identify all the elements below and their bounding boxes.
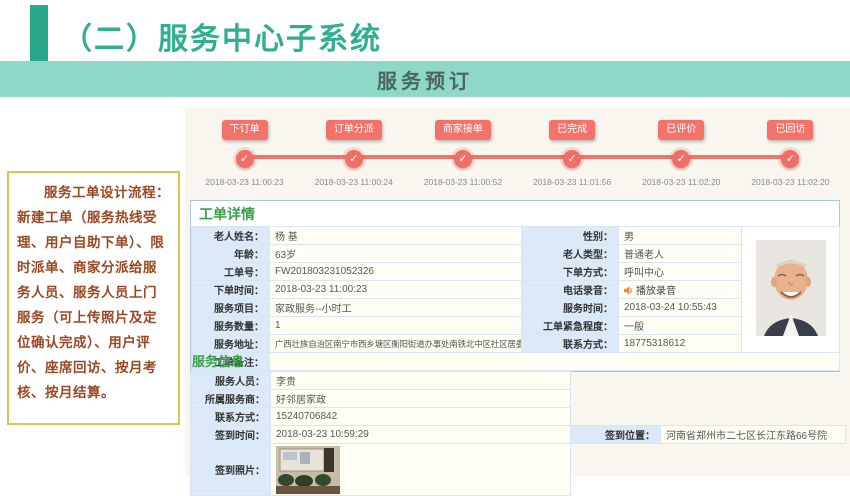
field-label: 老人类型： <box>522 245 619 263</box>
field-value: 普通老人 <box>619 245 742 263</box>
field-label: 下单方式： <box>522 263 619 281</box>
field-label: 联系方式： <box>522 335 619 353</box>
field-label: 服务时间： <box>522 299 619 317</box>
field-label: 下单时间： <box>192 281 270 299</box>
field-label: 电话录音： <box>522 281 619 299</box>
field-value: 李贵 <box>271 372 571 390</box>
timeline-step-time: 2018-03-23 11:02:20 <box>751 177 829 187</box>
check-icon: ✓ <box>345 150 363 168</box>
field-value: 18775318612 <box>619 335 742 353</box>
field-value: 杨 基 <box>270 227 522 245</box>
timeline-step: 订单分派 ✓ 2018-03-23 11:00:24 <box>299 116 408 198</box>
field-value: 1 <box>270 317 522 335</box>
table-row: 老人姓名： 杨 基 性别： 男 <box>192 227 840 245</box>
timeline-step-button[interactable]: 已回访 <box>767 120 813 140</box>
field-value: 河南省郑州市二七区长江东路66号院 <box>661 426 846 444</box>
field-value: 15240706842 <box>271 408 571 426</box>
field-label: 服务地址： <box>192 335 270 353</box>
service-info-table: 服务人员： 李贵 所属服务商： 好邻居家政 联系方式： 15240706842 … <box>190 371 846 496</box>
timeline-step-time: 2018-03-23 11:02:20 <box>642 177 720 187</box>
field-label: 联系方式： <box>191 408 271 426</box>
process-note-box: 服务工单设计流程：新建工单（服务热线受理、用户自助下单）、限时派单、商家分派给服… <box>7 171 180 425</box>
check-icon: ✓ <box>236 150 254 168</box>
field-label: 老人姓名： <box>192 227 270 245</box>
timeline-step-time: 2018-03-23 11:00:23 <box>205 177 283 187</box>
field-value: 广西壮族自治区南宁市西乡塘区衡阳街道办事处南铁北中区社区居委会 <box>270 335 522 353</box>
field-label: 签到位置： <box>571 426 661 444</box>
play-recording-cell: 播放录音 <box>619 281 742 299</box>
check-icon: ✓ <box>672 150 690 168</box>
timeline-step-button[interactable]: 已评价 <box>658 120 704 140</box>
field-label: 性别： <box>522 227 619 245</box>
field-label: 服务人员： <box>191 372 271 390</box>
table-row: 签到时间： 2018-03-23 10:59:29 签到位置： 河南省郑州市二七… <box>191 426 846 444</box>
order-detail-panel: 工单详情 老人姓名： 杨 基 性别： 男 <box>190 200 840 372</box>
table-row: 服务人员： 李贵 <box>191 372 846 390</box>
field-value: 2018-03-23 11:00:23 <box>270 281 522 299</box>
timeline-step-button[interactable]: 下订单 <box>222 120 268 140</box>
timeline-step-time: 2018-03-23 11:01:56 <box>533 177 611 187</box>
spacer <box>571 408 846 426</box>
order-timeline: 下订单 ✓ 2018-03-23 11:00:23 订单分派 ✓ 2018-03… <box>190 116 845 198</box>
check-icon: ✓ <box>454 150 472 168</box>
field-label: 所属服务商： <box>191 390 271 408</box>
page-title: （二）服务中心子系统 <box>62 14 382 58</box>
section-banner: 服务预订 <box>0 61 850 97</box>
timeline-step-time: 2018-03-23 11:00:52 <box>424 177 502 187</box>
field-label: 服务项目： <box>192 299 270 317</box>
field-value: 2018-03-23 10:59:29 <box>271 426 571 444</box>
field-value: 男 <box>619 227 742 245</box>
spacer <box>571 444 846 496</box>
table-row: 所属服务商： 好邻居家政 <box>191 390 846 408</box>
field-label: 工单号： <box>192 263 270 281</box>
service-info-title: 服务信息 <box>190 351 845 371</box>
field-value: 2018-03-24 10:55:43 <box>619 299 742 317</box>
spacer <box>571 372 846 390</box>
field-label: 签到时间： <box>191 426 271 444</box>
field-label: 签到照片： <box>191 444 271 496</box>
signin-photo-thumbnail[interactable] <box>276 446 340 494</box>
timeline-step-time: 2018-03-23 11:00:24 <box>315 177 393 187</box>
slide: （二）服务中心子系统 服务预订 服务工单设计流程：新建工单（服务热线受理、用户自… <box>0 0 850 476</box>
table-row: 联系方式： 15240706842 <box>191 408 846 426</box>
field-label: 年龄： <box>192 245 270 263</box>
timeline-step: 已完成 ✓ 2018-03-23 11:01:56 <box>518 116 627 198</box>
order-detail-table: 老人姓名： 杨 基 性别： 男 <box>191 226 840 371</box>
field-value: 好邻居家政 <box>271 390 571 408</box>
timeline-step: 商家接单 ✓ 2018-03-23 11:00:52 <box>408 116 517 198</box>
play-recording-link[interactable]: 播放录音 <box>636 286 676 297</box>
speaker-icon <box>624 286 633 295</box>
timeline-step: 下订单 ✓ 2018-03-23 11:00:23 <box>190 116 299 198</box>
timeline-step-button[interactable]: 已完成 <box>549 120 595 140</box>
elder-photo-image <box>756 240 826 336</box>
field-value: 一般 <box>619 317 742 335</box>
field-label: 工单紧急程度： <box>522 317 619 335</box>
timeline-step: 已评价 ✓ 2018-03-23 11:02:20 <box>627 116 736 198</box>
title-accent-bar <box>30 5 48 61</box>
timeline-step-button[interactable]: 订单分派 <box>326 120 382 140</box>
field-value: 家政服务--小时工 <box>270 299 522 317</box>
check-icon: ✓ <box>563 150 581 168</box>
timeline-step-button[interactable]: 商家接单 <box>435 120 491 140</box>
field-value: FW201803231052326 <box>270 263 522 281</box>
check-icon: ✓ <box>781 150 799 168</box>
process-note-text: 服务工单设计流程：新建工单（服务热线受理、用户自助下单）、限时派单、商家分派给服… <box>17 181 170 406</box>
service-info-panel: 服务信息 服务人员： 李贵 所属服务商： 好邻居家政 联系方式： 1524070… <box>190 351 845 496</box>
elder-photo <box>742 227 840 353</box>
order-detail-title: 工单详情 <box>191 201 839 226</box>
spacer <box>571 390 846 408</box>
field-value: 呼叫中心 <box>619 263 742 281</box>
signin-photo-cell <box>271 444 571 496</box>
field-value: 63岁 <box>270 245 522 263</box>
table-row: 签到照片： <box>191 444 846 496</box>
timeline-step: 已回访 ✓ 2018-03-23 11:02:20 <box>736 116 845 198</box>
banner-title: 服务预订 <box>377 65 473 94</box>
field-label: 服务数量： <box>192 317 270 335</box>
